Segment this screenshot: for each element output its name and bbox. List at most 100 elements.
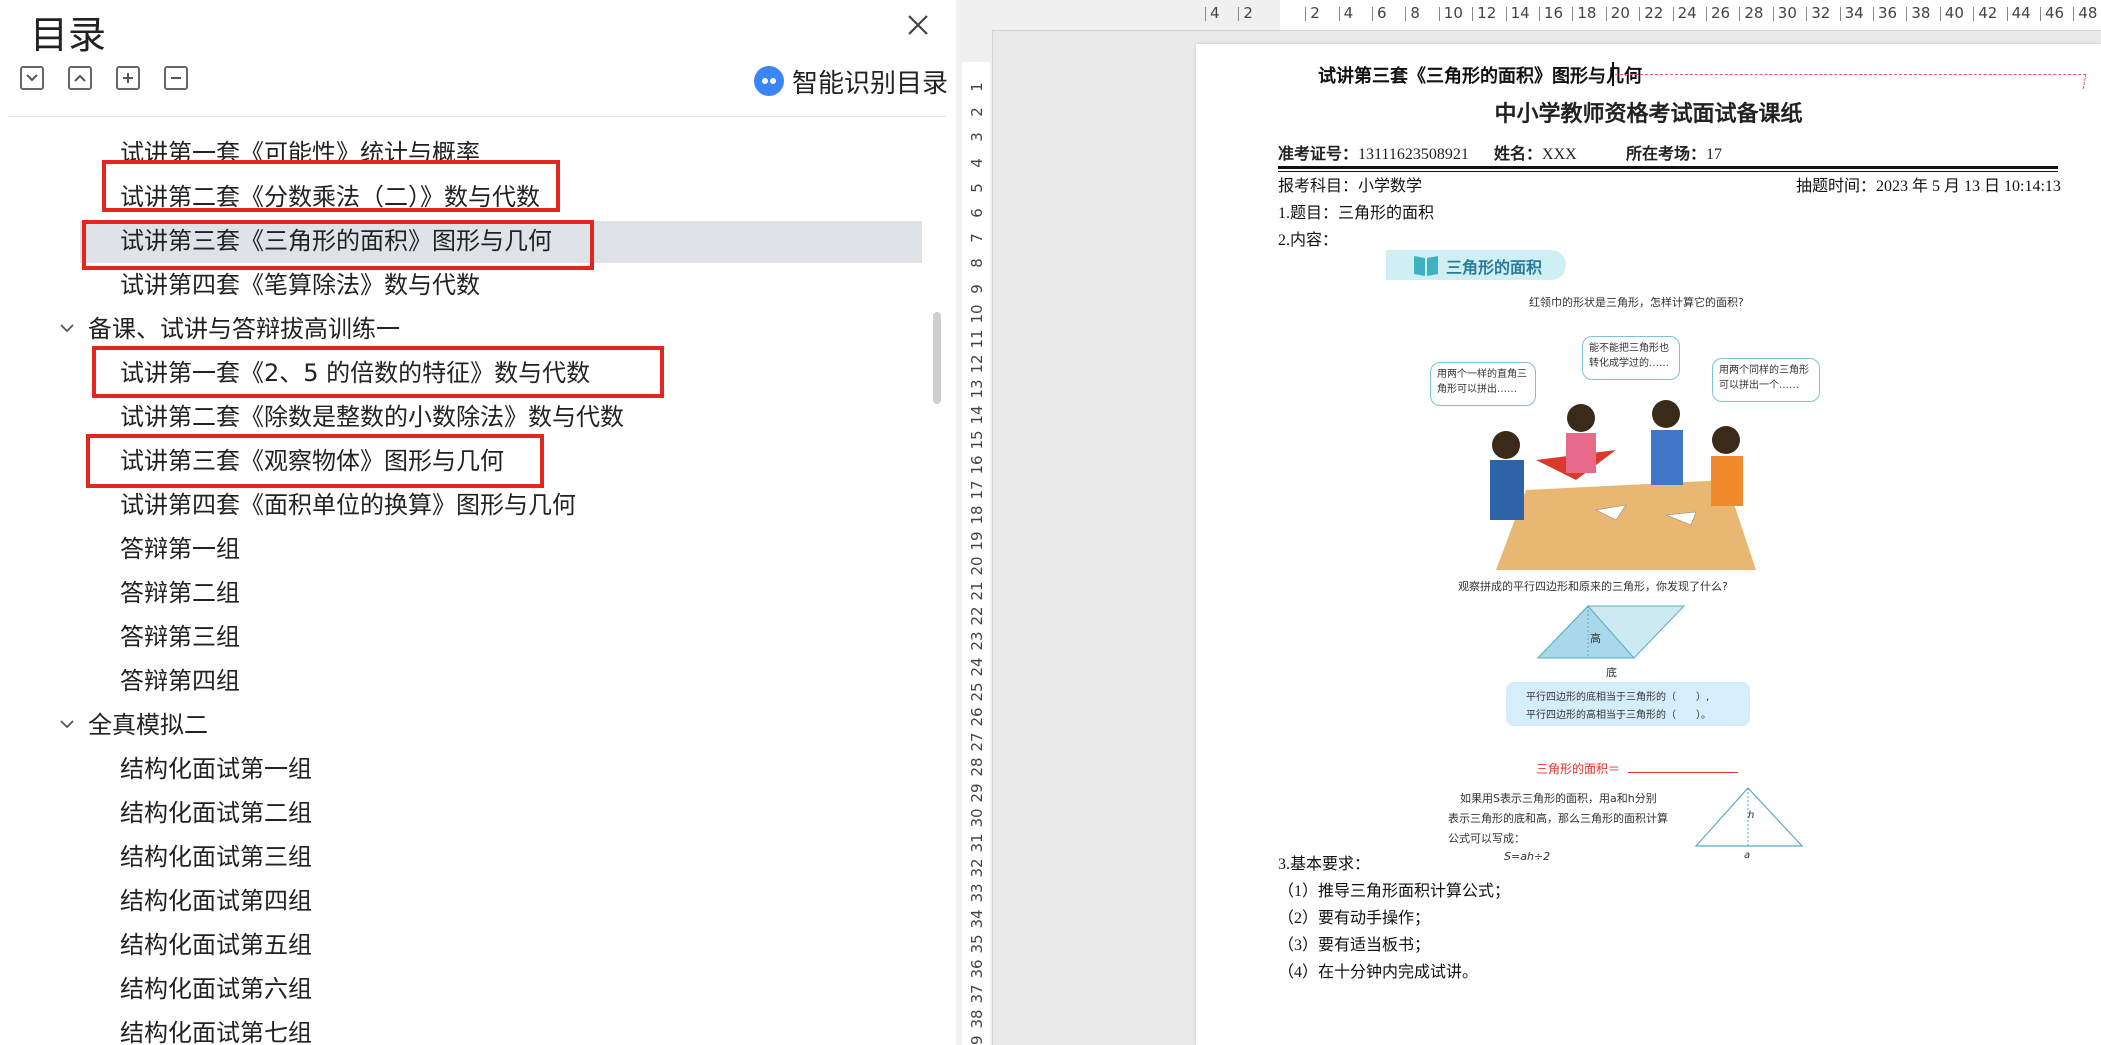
ruler-tick: 9 — [968, 283, 986, 294]
ruler-tick: 36 — [968, 959, 986, 979]
illustration-observe: 观察拼成的平行四边形和原来的三角形，你发现了什么? — [1458, 580, 1728, 593]
question-content-label: 2.内容： — [1278, 232, 1339, 249]
toc-item-label: 结构化面试第七组 — [120, 1019, 312, 1045]
requirement-item: （2）要有动手操作； — [1278, 910, 1431, 927]
toc-item[interactable]: 答辩第二组 — [8, 571, 943, 615]
ruler-tick: 2 — [968, 107, 986, 117]
ruler-tick: 13 — [968, 379, 986, 399]
ruler-tick: 6 — [968, 208, 986, 218]
chevron-down-icon — [26, 74, 38, 82]
fill-line: 平行四边形的高相当于三角形的（ ）。 — [1526, 710, 1711, 721]
toc-item[interactable]: 结构化面试第七组 — [8, 1011, 943, 1045]
toc-section[interactable]: 备课、试讲与答辩拔高训练一 — [8, 307, 943, 351]
annotation-box — [82, 220, 594, 270]
vertical-ruler[interactable]: 1 2 3 4 5 6 7 8 9 10 11 12 13 14 15 16 17 18 19 20 21 22 23 24 2… — [960, 30, 993, 1045]
ruler-tick: 2 — [1238, 4, 1253, 22]
ruler-tick: 1 — [968, 82, 986, 92]
ruler-tick: 17 — [968, 480, 986, 500]
smart-recognize-label: 智能识别目录 — [792, 68, 949, 99]
toc-item-label: 答辩第一组 — [120, 535, 240, 563]
exam-number: 准考证号：13111623508921 — [1278, 146, 1469, 163]
chevron-down-icon[interactable] — [60, 323, 74, 333]
textbook-illustration: 三角形的面积 红领巾的形状是三角形，怎样计算它的面积? 用两个一样的直角三角形可… — [1376, 250, 1936, 863]
ruler-tick: 31 — [968, 833, 986, 853]
fill-line: 平行四边形的底相当于三角形的（ ）, — [1526, 692, 1710, 703]
triangle-parallelogram-figure — [1536, 605, 1686, 659]
annotation-box — [92, 346, 664, 398]
toc-item[interactable]: 结构化面试第五组 — [8, 923, 943, 967]
ruler-tick: 40 — [1939, 4, 1964, 22]
toc-item[interactable]: 结构化面试第四组 — [8, 879, 943, 923]
toc-item-label: 结构化面试第二组 — [120, 799, 312, 827]
page-header[interactable]: 试讲第三套《三角形的面积》图形与几何 — [1318, 62, 1642, 88]
toc-item-label: 答辩第二组 — [120, 579, 240, 607]
ruler-tick: 14 — [968, 405, 986, 425]
ruler-tick: 23 — [968, 631, 986, 651]
ruler-tick: 28 — [1739, 4, 1764, 22]
ruler-tick: 11 — [968, 329, 986, 349]
divider-line — [1278, 166, 2058, 169]
plus-icon — [123, 73, 133, 83]
ruler-tick: 24 — [1672, 4, 1697, 22]
collapse-all-button[interactable] — [68, 66, 92, 90]
ruler-tick: 30 — [968, 808, 986, 828]
ruler-tick: 34 — [968, 909, 986, 929]
ruler-tick: 48 — [2073, 4, 2098, 22]
explain-line: 如果用S表示三角形的面积，用a和h分别 — [1460, 792, 1657, 805]
toc-item-label: 答辩第三组 — [120, 623, 240, 651]
toc-section[interactable]: 全真模拟二 — [8, 703, 943, 747]
remove-heading-button[interactable] — [164, 66, 188, 90]
document-page[interactable]: 试讲第三套《三角形的面积》图形与几何 中小学教师资格考试面试备课纸 准考证号：1… — [1196, 44, 2101, 1045]
ruler-tick: 37 — [968, 984, 986, 1004]
illustration-question: 红领巾的形状是三角形，怎样计算它的面积? — [1529, 296, 1744, 309]
smart-recognize-toc-button[interactable]: 智能识别目录 — [754, 62, 948, 100]
height-label: 高 — [1590, 632, 1601, 645]
ruler-tick: 19 — [968, 531, 986, 551]
ruler-tick: 32 — [968, 858, 986, 878]
toc-item[interactable]: 答辩第三组 — [8, 615, 943, 659]
toc-item[interactable]: 试讲第四套《面积单位的换算》图形与几何 — [8, 483, 943, 527]
ruler-tick: 25 — [968, 682, 986, 702]
ruler-tick: 39 — [968, 1035, 986, 1045]
ruler-tick: 3 — [968, 132, 986, 143]
ruler-tick: 12 — [1472, 4, 1497, 22]
annotation-box — [86, 434, 544, 488]
close-icon[interactable] — [903, 10, 933, 40]
ruler-tick: 20 — [1605, 4, 1630, 22]
toc-item[interactable]: 结构化面试第六组 — [8, 967, 943, 1011]
toc-item[interactable]: 答辩第一组 — [8, 527, 943, 571]
ruler-tick: 15 — [968, 430, 986, 450]
book-icon — [1414, 256, 1438, 276]
toc-item-label: 全真模拟二 — [88, 711, 208, 739]
ruler-tick: 46 — [2039, 4, 2065, 22]
toc-item-label: 答辩第四组 — [120, 667, 240, 695]
ruler-tick: 5 — [968, 183, 986, 193]
ruler-tick: 8 — [1405, 4, 1420, 22]
ruler-tick: 22 — [968, 606, 986, 626]
toc-item[interactable]: 结构化面试第一组 — [8, 747, 943, 791]
ruler-tick: 21 — [968, 581, 986, 601]
base-label: 底 — [1606, 666, 1617, 679]
add-heading-button[interactable] — [116, 66, 140, 90]
toc-item[interactable]: 结构化面试第三组 — [8, 835, 943, 879]
toc-item[interactable]: 试讲第二套《除数是整数的小数除法》数与代数 — [8, 395, 943, 439]
ruler-tick: 7 — [968, 233, 986, 243]
ruler-tick: 22 — [1639, 4, 1664, 22]
requirement-item: （1）推导三角形面积计算公式； — [1278, 883, 1511, 900]
toc-item-partial[interactable] — [8, 117, 943, 125]
h-label: h — [1748, 810, 1755, 821]
ruler-tick: 2 — [1305, 4, 1320, 22]
expand-all-button[interactable] — [20, 66, 44, 90]
horizontal-ruler[interactable]: 4 2 2 4 6 8 10 12 14 16 18 20 22 24 26 28 30 32 34 36 38 40 42… — [960, 0, 2101, 31]
chevron-down-icon[interactable] — [60, 719, 74, 729]
ruler-tick: 24 — [968, 657, 986, 677]
subject: 报考科目：小学数学 — [1278, 178, 1423, 195]
toc-item[interactable]: 结构化面试第二组 — [8, 791, 943, 835]
toc-item-label: 试讲第四套《面积单位的换算》图形与几何 — [120, 491, 576, 519]
ruler-tick: 32 — [1806, 4, 1831, 22]
toc-scrollbar[interactable] — [933, 312, 941, 404]
ruler-tick: 10 — [968, 304, 986, 324]
ruler-tick: 18 — [1572, 4, 1597, 22]
requirements-title: 3.基本要求： — [1278, 856, 1371, 873]
toc-item[interactable]: 答辩第四组 — [8, 659, 943, 703]
